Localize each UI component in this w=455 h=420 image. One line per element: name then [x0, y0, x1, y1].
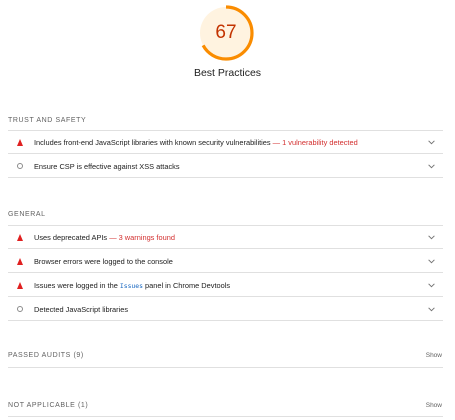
red-triangle-icon: [12, 233, 28, 241]
audit-issues-panel[interactable]: Issues were logged in the Issues panel i…: [8, 274, 443, 297]
group-title-trust-and-safety: Trust and Safety: [8, 117, 87, 124]
issues-code: Issues: [119, 281, 143, 290]
not-applicable-header[interactable]: NOT APPLICABLE (1) Show: [8, 398, 443, 412]
audit-warning: 3 warnings found: [118, 232, 175, 242]
chevron-down-icon[interactable]: [425, 306, 437, 312]
red-triangle-icon: [12, 138, 28, 146]
audit-label: Uses deprecated APIs — 3 warnings found: [34, 232, 175, 242]
chevron-down-icon[interactable]: [425, 163, 437, 169]
audit-console-errors[interactable]: Browser errors were logged to the consol…: [8, 250, 443, 273]
audit-label: Detected JavaScript libraries: [34, 304, 129, 314]
score-value: 67: [215, 22, 237, 43]
audit-warning: 1 vulnerability detected: [282, 137, 358, 147]
audit-vulnerable-libraries[interactable]: Includes front-end JavaScript libraries …: [8, 131, 443, 154]
divider: [8, 367, 443, 368]
audit-detected-js-libraries[interactable]: Detected JavaScript libraries: [8, 298, 443, 321]
audit-csp-xss[interactable]: Ensure CSP is effective against XSS atta…: [8, 155, 443, 178]
audit-label: Browser errors were logged to the consol…: [34, 256, 173, 266]
passed-audits-show-button[interactable]: Show: [426, 352, 442, 359]
chevron-down-icon[interactable]: [425, 282, 437, 288]
group-title-general: General: [8, 211, 46, 218]
audit-deprecated-apis[interactable]: Uses deprecated APIs — 3 warnings found: [8, 226, 443, 249]
gray-circle-icon: [12, 163, 28, 169]
chevron-down-icon[interactable]: [425, 139, 437, 145]
divider: [8, 416, 443, 417]
audit-label: Includes front-end JavaScript libraries …: [34, 137, 358, 147]
audit-label: Issues were logged in the Issues panel i…: [34, 280, 231, 290]
chevron-down-icon[interactable]: [425, 258, 437, 264]
red-triangle-icon: [12, 257, 28, 265]
passed-audits-label: PASSED AUDITS (9): [8, 351, 84, 359]
audit-label: Ensure CSP is effective against XSS atta…: [34, 161, 180, 171]
red-triangle-icon: [12, 281, 28, 289]
not-applicable-show-button[interactable]: Show: [426, 402, 442, 409]
chevron-down-icon[interactable]: [425, 234, 437, 240]
category-title: Best Practices: [193, 67, 262, 79]
not-applicable-label: NOT APPLICABLE (1): [8, 401, 89, 409]
passed-audits-header[interactable]: PASSED AUDITS (9) Show: [8, 348, 443, 362]
gray-circle-icon: [12, 306, 28, 312]
